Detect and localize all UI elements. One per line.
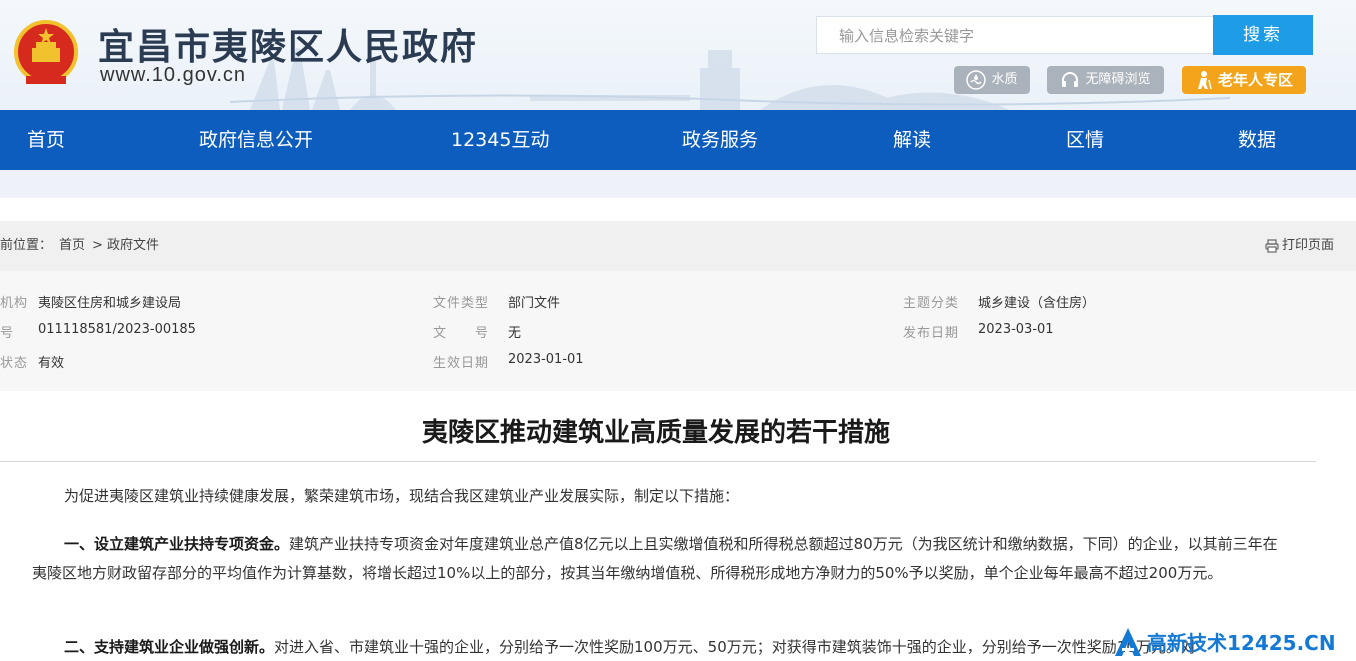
article-paragraph-1: 一、设立建筑产业扶持专项资金。建筑产业扶持专项资金对年度建筑业总产值8亿元以上且… (32, 530, 1282, 588)
title-divider (0, 461, 1316, 462)
meta-value-status: 有效 (38, 356, 65, 371)
accessibility-button[interactable]: 无障碍浏览 (1047, 66, 1164, 94)
meta-key-effective-date: 生效日期 (433, 356, 490, 371)
meta-key-publish-date: 发布日期 (903, 326, 960, 341)
watermark-text: 高新技术12425.CN (1147, 631, 1336, 655)
nav-item-data[interactable]: 数据 (1238, 110, 1276, 170)
meta-key-doc-type: 文件类型 (433, 296, 490, 311)
breadcrumb-home-link[interactable]: 首页 (59, 221, 85, 271)
print-page-button[interactable]: 打印页面 (1265, 221, 1334, 271)
nav-item-interpretation[interactable]: 解读 (893, 110, 931, 170)
paragraph-2-body: 对进入省、市建筑业十强的企业，分别给予一次性奖励100万元、50万元；对获得市建… (274, 638, 1196, 656)
site-title[interactable]: 宜昌市夷陵区人民政府 (98, 18, 478, 70)
article-paragraph-2: 二、支持建筑业企业做强创新。对进入省、市建筑业十强的企业，分别给予一次性奖励10… (32, 633, 1282, 661)
breadcrumb-separator: > (92, 238, 103, 253)
site-url: www.10.gov.cn (100, 64, 247, 86)
subnav-strip (0, 170, 1356, 198)
site-header: 宜昌市夷陵区人民政府 www.10.gov.cn 输入信息检索关键字 搜索 水质… (0, 0, 1356, 110)
water-quality-label: 水质 (991, 72, 1018, 87)
paragraph-1-heading: 一、设立建筑产业扶持专项资金。 (64, 535, 290, 553)
accessibility-label: 无障碍浏览 (1085, 72, 1151, 87)
meta-value-publish-date: 2023-03-01 (978, 322, 1054, 337)
elder-icon (1197, 71, 1212, 90)
meta-value-agency: 夷陵区住房和城乡建设局 (38, 296, 182, 311)
elder-zone-label: 老年人专区 (1217, 71, 1293, 89)
nav-item-12345[interactable]: 12345互动 (451, 110, 549, 170)
water-icon (966, 70, 987, 90)
printer-icon (1265, 239, 1279, 253)
article-title: 夷陵区推动建筑业高质量发展的若干措施 (421, 418, 890, 448)
nav-item-district[interactable]: 区情 (1066, 110, 1104, 170)
meta-key-index: 号 (0, 326, 15, 341)
document-meta: 机构 夷陵区住房和城乡建设局 文件类型 部门文件 主题分类 城乡建设（含住房） … (0, 271, 1356, 391)
meta-value-index: 011118581/2023-00185 (38, 322, 196, 337)
meta-key-agency: 机构 (0, 296, 29, 311)
nav-item-services[interactable]: 政务服务 (682, 110, 758, 170)
headphone-icon (1062, 72, 1079, 87)
paragraph-2-heading: 二、支持建筑业企业做强创新。 (64, 638, 275, 656)
breadcrumb-label: 前位置： (0, 238, 53, 253)
meta-key-status: 状态 (0, 356, 29, 371)
print-page-label: 打印页面 (1282, 238, 1335, 253)
breadcrumb-current-link[interactable]: 政府文件 (107, 221, 159, 271)
elder-zone-button[interactable]: 老年人专区 (1182, 66, 1306, 94)
watermark-logo-icon (1115, 627, 1141, 656)
meta-key-topic: 主题分类 (903, 296, 960, 311)
meta-value-effective-date: 2023-01-01 (508, 352, 584, 367)
water-quality-button[interactable]: 水质 (954, 66, 1030, 94)
meta-value-doc-number: 无 (508, 326, 522, 341)
main-nav: 首页 政府信息公开 12345互动 政务服务 解读 区情 数据 (0, 110, 1356, 170)
article-intro: 为促进夷陵区建筑业持续健康发展，繁荣建筑市场，现结合我区建筑业产业发展实际，制定… (64, 487, 740, 505)
meta-value-topic: 城乡建设（含住房） (978, 296, 1096, 311)
meta-value-doc-type: 部门文件 (508, 296, 561, 311)
nav-item-home[interactable]: 首页 (27, 110, 65, 170)
search-button[interactable]: 搜索 (1213, 15, 1313, 55)
national-emblem-icon (14, 20, 78, 84)
nav-item-gov-info[interactable]: 政府信息公开 (199, 110, 313, 170)
breadcrumb: 前位置： 首页 > 政府文件 打印页面 (0, 221, 1356, 271)
search-input[interactable]: 输入信息检索关键字 (816, 16, 1214, 54)
site-watermark: 高新技术12425.CN (1113, 622, 1356, 661)
meta-key-doc-number: 文 号 (433, 326, 490, 341)
